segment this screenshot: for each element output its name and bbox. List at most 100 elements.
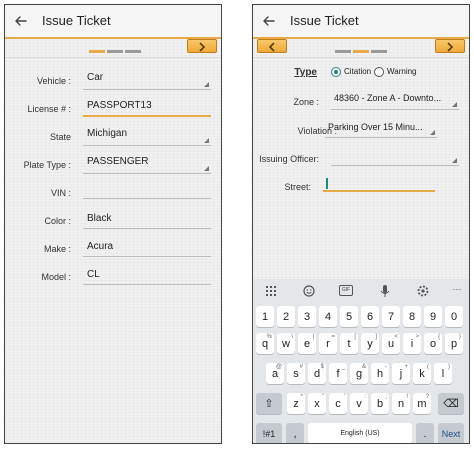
app-bar: Issue Ticket <box>5 5 221 37</box>
app-bar: Issue Ticket <box>253 5 469 37</box>
more-icon[interactable]: ··· <box>449 284 465 298</box>
key-label: f <box>336 367 340 380</box>
key-b[interactable]: b; <box>371 393 389 414</box>
key-p[interactable]: p} <box>445 333 463 354</box>
key-5[interactable]: 5 <box>340 306 358 327</box>
key-1[interactable]: 1 <box>256 306 274 327</box>
nav-divider <box>5 57 221 58</box>
previous-page-button[interactable] <box>257 39 287 53</box>
license-underline-active <box>83 115 211 117</box>
warning-radio[interactable] <box>374 67 384 77</box>
key-alt-label: % <box>266 334 272 340</box>
key-8[interactable]: 8 <box>403 306 421 327</box>
backspace-key[interactable]: ⌫ <box>438 393 464 414</box>
plate-type-label: Plate Type : <box>23 160 71 170</box>
key-o[interactable]: o{ <box>424 333 442 354</box>
emoji-icon[interactable] <box>301 284 317 298</box>
key-9[interactable]: 9 <box>424 306 442 327</box>
key-y[interactable]: y] <box>361 333 379 354</box>
key-s[interactable]: s # <box>287 363 305 384</box>
key-2[interactable]: 2 <box>277 306 295 327</box>
key-3[interactable]: 3 <box>298 306 316 327</box>
license-field[interactable]: PASSPORT13 <box>87 100 207 111</box>
citation-option-label: Citation <box>344 67 372 76</box>
key-j[interactable]: j + <box>392 363 410 384</box>
key-z[interactable]: z * <box>287 393 305 414</box>
model-underline <box>83 284 211 285</box>
key-label: j <box>399 367 403 380</box>
settings-icon[interactable] <box>415 284 431 298</box>
next-page-button[interactable] <box>187 39 217 53</box>
plate-type-dropdown[interactable] <box>83 173 211 174</box>
key-alt-label: ] <box>375 334 377 340</box>
page-title: Issue Ticket <box>290 13 359 28</box>
next-page-button[interactable] <box>435 39 465 53</box>
chevron-right-icon <box>447 42 454 52</box>
key-m[interactable]: m? <box>413 393 431 414</box>
key-u[interactable]: u < <box>382 333 400 354</box>
key-d[interactable]: d $ <box>308 363 326 384</box>
chevron-right-icon <box>199 42 206 52</box>
progress-step-2 <box>107 50 123 53</box>
key-t[interactable]: t[ <box>340 333 358 354</box>
key-0[interactable]: 0 <box>445 306 463 327</box>
key-label: b <box>376 397 384 410</box>
model-field[interactable]: CL <box>87 269 207 280</box>
key-f[interactable]: f _ <box>329 363 347 384</box>
plate-type-value: PASSENGER <box>87 156 149 167</box>
key-alt-label: < <box>394 334 398 340</box>
key-v[interactable]: v: <box>350 393 368 414</box>
right-screen: Issue Ticket Type Citation Warning Zone … <box>252 4 470 444</box>
issuing-officer-dropdown[interactable] <box>331 165 459 166</box>
progress-step-1 <box>335 50 351 53</box>
citation-radio[interactable] <box>331 67 341 77</box>
key-7[interactable]: 7 <box>382 306 400 327</box>
gif-icon[interactable]: GIF <box>339 285 353 296</box>
key-i[interactable]: i > <box>403 333 421 354</box>
vehicle-label: Vehicle : <box>36 76 71 86</box>
key-label: r <box>326 337 330 350</box>
key-g[interactable]: g & <box>350 363 368 384</box>
key-alt-label: @ <box>275 364 282 370</box>
key-r[interactable]: r = <box>319 333 337 354</box>
nav-divider <box>253 57 469 58</box>
period-key[interactable]: . <box>416 423 434 443</box>
space-key[interactable]: English (US) <box>308 423 412 443</box>
state-dropdown[interactable] <box>83 145 211 146</box>
key-a[interactable]: a @ <box>266 363 284 384</box>
grid-icon[interactable] <box>263 284 279 298</box>
vehicle-dropdown[interactable] <box>83 89 211 90</box>
next-key[interactable]: Next <box>438 423 464 443</box>
violation-dropdown[interactable] <box>325 137 437 138</box>
key-label: v <box>356 397 362 410</box>
key-alt-label: > <box>415 334 419 340</box>
microphone-icon[interactable] <box>377 284 393 298</box>
zone-dropdown[interactable] <box>331 109 459 110</box>
back-arrow-icon[interactable] <box>261 13 277 29</box>
key-n[interactable]: n! <box>392 393 410 414</box>
key-x[interactable]: x " <box>308 393 326 414</box>
key-4[interactable]: 4 <box>319 306 337 327</box>
key-c[interactable]: c ' <box>329 393 347 414</box>
progress-step-2-active <box>353 50 369 53</box>
issuing-officer-label: Issuing Officer: <box>259 154 319 164</box>
shift-key[interactable]: ⇧ <box>256 393 282 414</box>
comma-key[interactable]: , <box>286 423 304 443</box>
key-label: u <box>387 337 395 350</box>
progress-step-3 <box>371 50 387 53</box>
color-field[interactable]: Black <box>87 213 207 224</box>
back-arrow-icon[interactable] <box>13 13 29 29</box>
key-h[interactable]: h- <box>371 363 389 384</box>
chevron-left-icon <box>268 42 275 52</box>
key-k[interactable]: k( <box>413 363 431 384</box>
key-l[interactable]: l) <box>434 363 452 384</box>
key-q[interactable]: q% <box>256 333 274 354</box>
dropdown-arrow-icon <box>430 130 435 135</box>
key-w[interactable]: w \ <box>277 333 295 354</box>
key-e[interactable]: e | <box>298 333 316 354</box>
key-alt-label: = <box>331 334 335 340</box>
symbols-key[interactable]: !#1 <box>256 423 282 443</box>
make-field[interactable]: Acura <box>87 241 207 252</box>
progress-step-1-active <box>89 50 105 53</box>
key-6[interactable]: 6 <box>361 306 379 327</box>
